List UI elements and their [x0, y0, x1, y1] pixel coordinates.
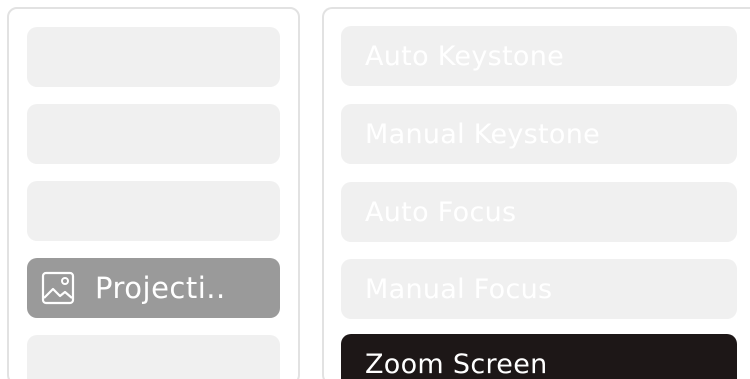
option-manual-focus[interactable]: Manual Focus — [341, 259, 737, 319]
category-item-5[interactable] — [27, 335, 280, 379]
category-item-3[interactable] — [27, 181, 280, 241]
option-manual-keystone[interactable]: Manual Keystone — [341, 104, 737, 164]
option-zoom-screen[interactable]: Zoom Screen — [341, 334, 737, 379]
category-item-1[interactable] — [27, 27, 280, 87]
category-panel: Projecti.. — [7, 7, 300, 379]
projector-settings-screen: Projecti.. Auto Keystone Manual Keystone… — [0, 0, 750, 379]
options-panel: Auto Keystone Manual Keystone Auto Focus… — [322, 7, 750, 379]
option-auto-focus[interactable]: Auto Focus — [341, 182, 737, 242]
category-label: Projecti.. — [95, 271, 226, 305]
category-item-projection[interactable]: Projecti.. — [27, 258, 280, 318]
image-icon — [41, 271, 75, 305]
category-item-2[interactable] — [27, 104, 280, 164]
option-auto-keystone[interactable]: Auto Keystone — [341, 26, 737, 86]
